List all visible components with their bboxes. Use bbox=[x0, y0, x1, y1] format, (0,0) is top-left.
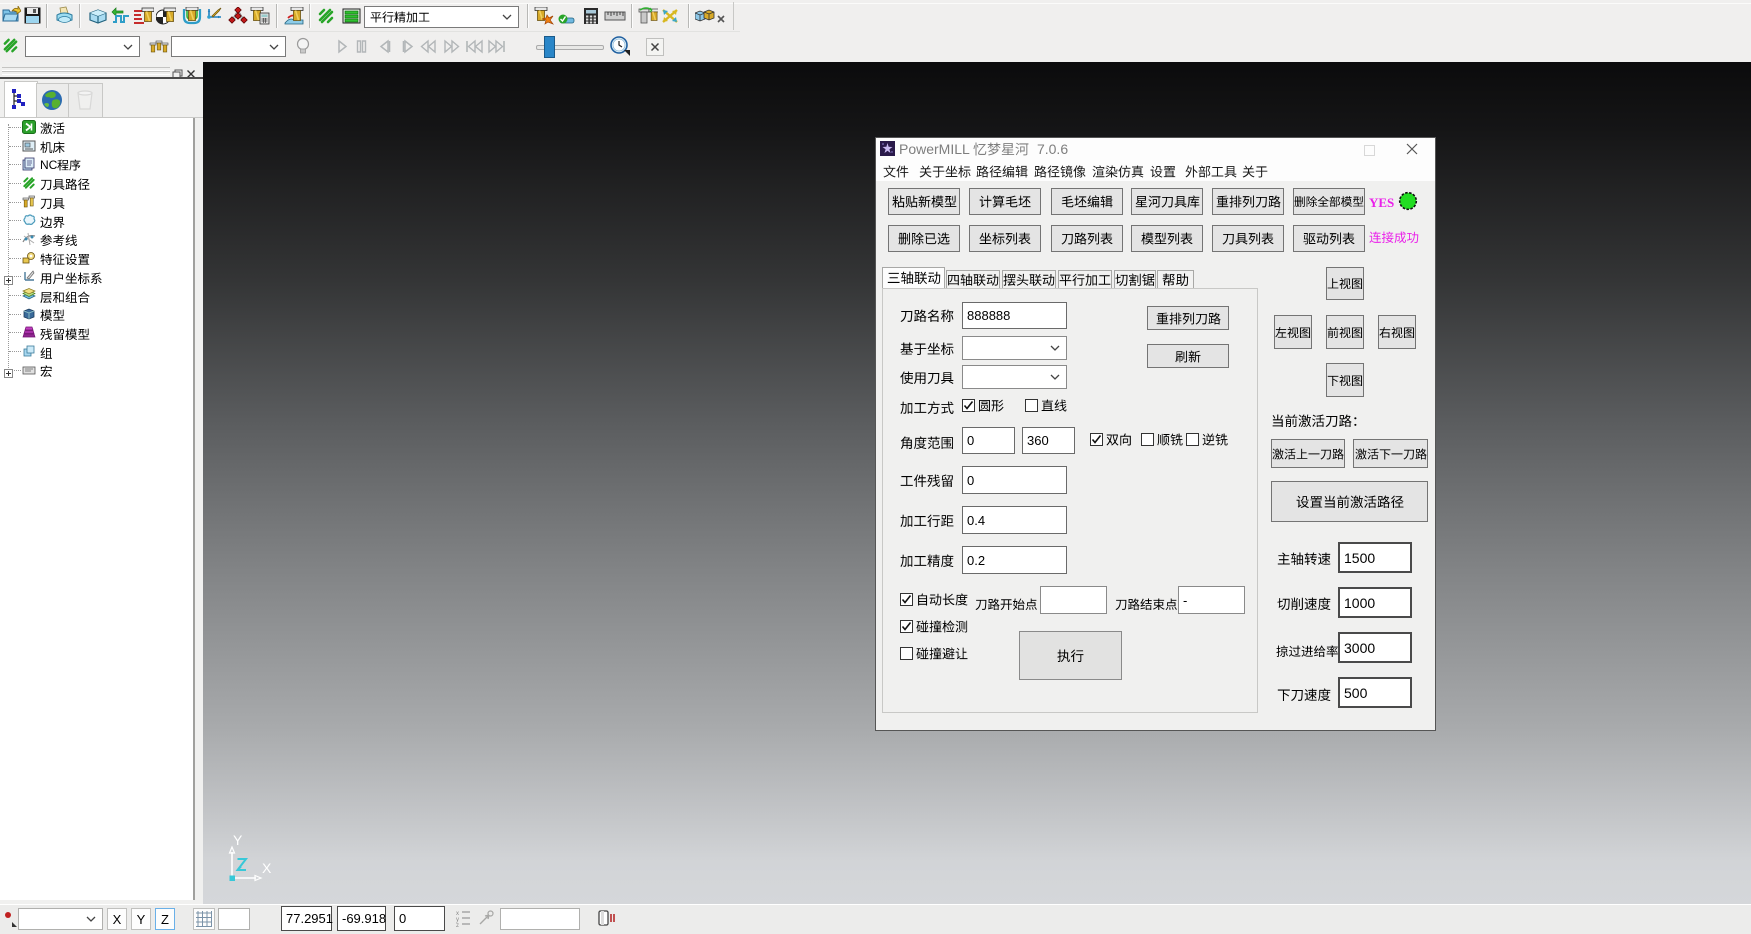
svg-text:z: z bbox=[456, 923, 459, 928]
